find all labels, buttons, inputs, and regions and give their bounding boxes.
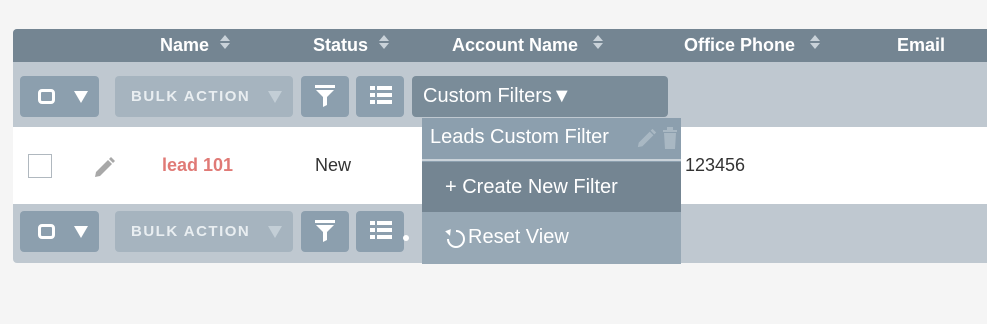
reset-icon — [445, 229, 465, 248]
menu-item-reset-view[interactable]: Reset View — [422, 212, 681, 264]
chevron-down-icon — [268, 91, 282, 103]
select-all-button[interactable] — [20, 211, 99, 252]
divider-dot — [403, 235, 409, 241]
chevron-down-icon — [74, 226, 88, 238]
divider-dot — [401, 184, 407, 190]
column-header-status[interactable]: Status — [313, 29, 390, 62]
select-all-button[interactable] — [20, 76, 99, 117]
sort-icon[interactable] — [219, 28, 231, 61]
sort-icon[interactable] — [378, 28, 390, 61]
trash-icon[interactable] — [662, 127, 678, 149]
column-header-account-name[interactable]: Account Name — [452, 29, 604, 62]
top-toolbar: BULK ACTION Custom Filters▼ — [13, 62, 987, 117]
lead-name-link[interactable]: lead 101 — [162, 127, 233, 204]
bulk-action-button[interactable]: BULK ACTION — [115, 211, 293, 252]
checkbox-icon — [38, 89, 55, 104]
filter-button[interactable] — [301, 211, 349, 252]
custom-filters-menu: Leads Custom Filter + Create New Filter … — [422, 118, 681, 264]
filter-icon — [315, 85, 335, 107]
table-header: Name Status Account Name Office Phone Em… — [13, 29, 987, 62]
filter-icon — [315, 220, 335, 242]
column-chooser-button[interactable] — [356, 211, 404, 252]
pencil-icon[interactable] — [636, 127, 658, 149]
checkbox-icon — [38, 224, 55, 239]
menu-item-saved-filter[interactable]: Leads Custom Filter — [422, 118, 681, 161]
chevron-down-icon — [74, 91, 88, 103]
pencil-icon[interactable] — [93, 155, 117, 179]
sort-icon[interactable] — [592, 28, 604, 61]
columns-icon — [370, 221, 392, 239]
columns-icon — [370, 86, 392, 104]
bulk-action-button[interactable]: BULK ACTION — [115, 76, 293, 117]
row-checkbox[interactable] — [28, 154, 52, 178]
menu-item-create-new-filter[interactable]: + Create New Filter — [422, 162, 681, 212]
filter-button[interactable] — [301, 76, 349, 117]
column-header-name[interactable]: Name — [160, 29, 231, 62]
custom-filters-button[interactable]: Custom Filters▼ — [412, 76, 668, 117]
status-cell: New — [315, 155, 352, 175]
office-phone-cell: 123456 — [685, 155, 746, 175]
column-header-office-phone[interactable]: Office Phone — [684, 29, 821, 62]
sort-icon[interactable] — [809, 28, 821, 61]
chevron-down-icon — [268, 226, 282, 238]
column-chooser-button[interactable] — [356, 76, 404, 117]
column-header-email[interactable]: Email — [897, 29, 945, 62]
